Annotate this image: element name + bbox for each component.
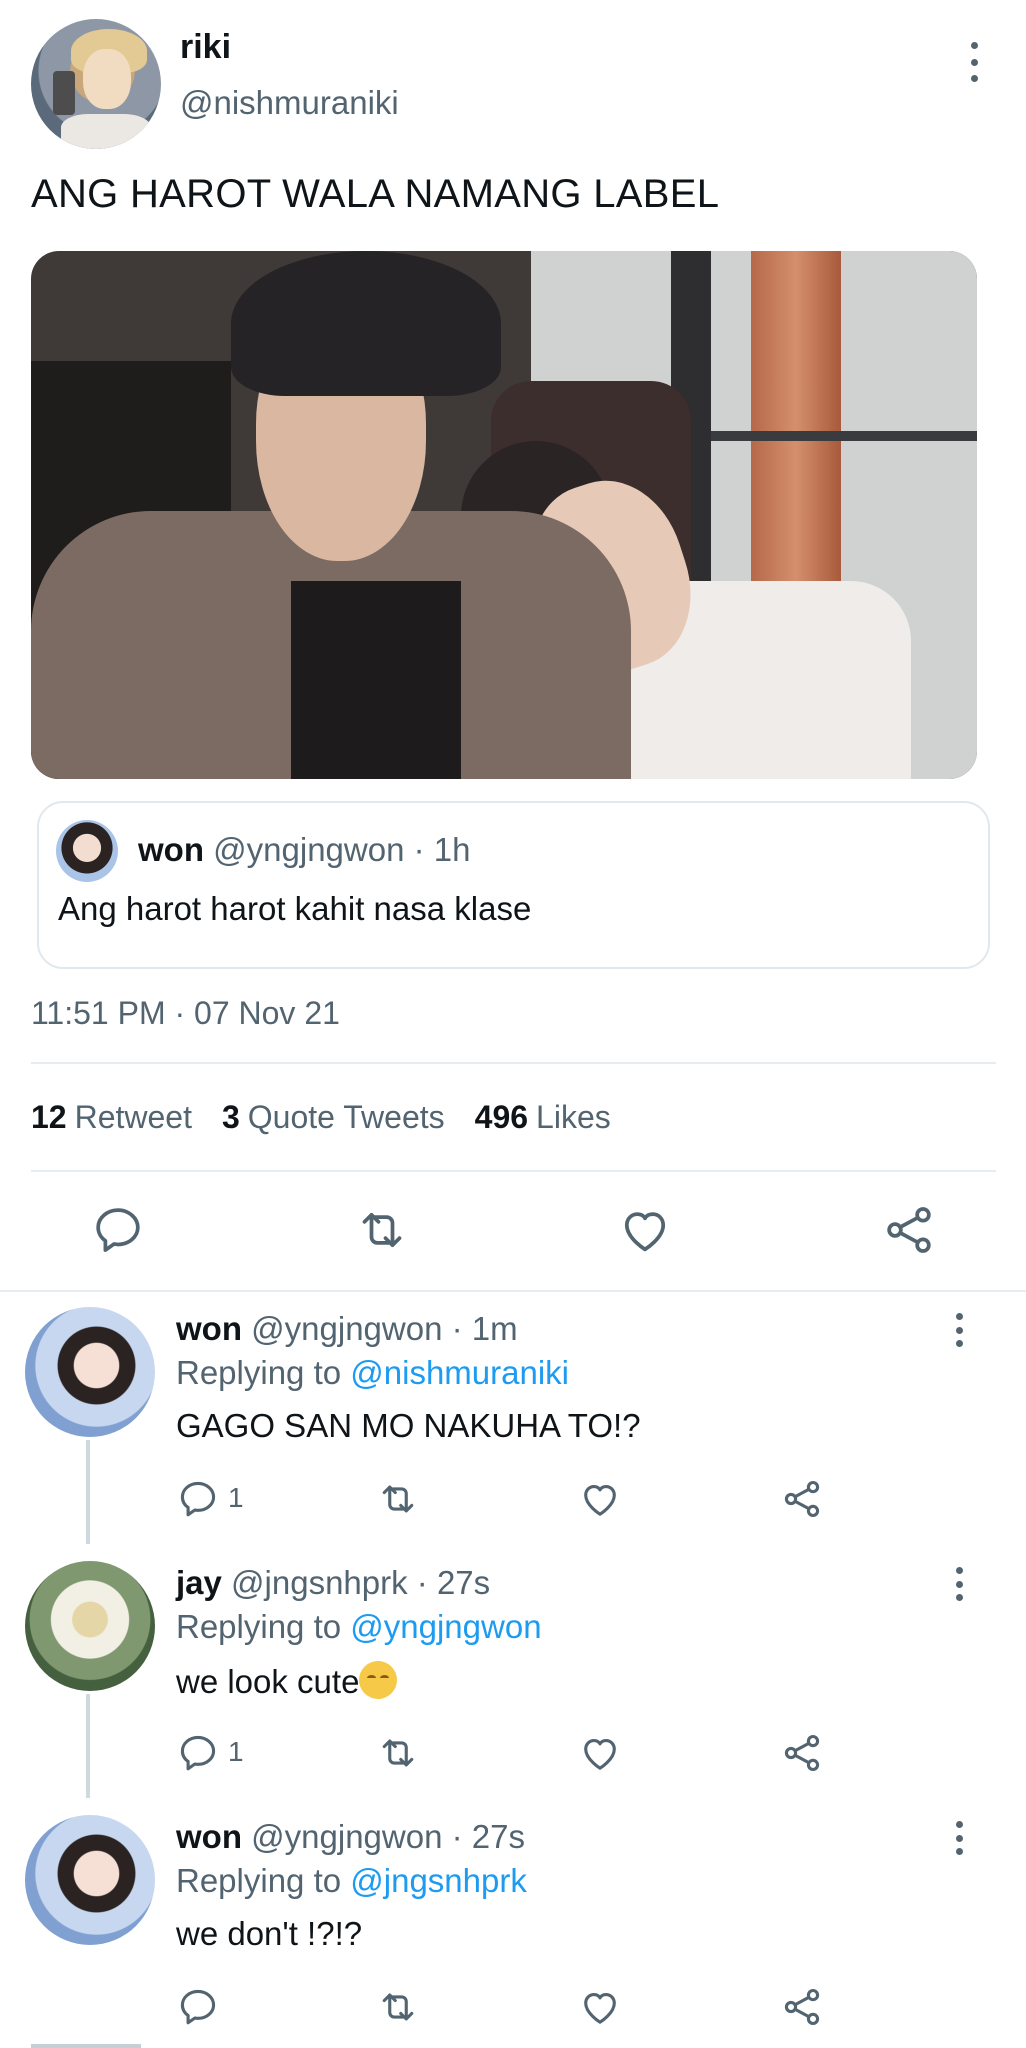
- retweet-button[interactable]: [376, 1731, 420, 1775]
- reply-author-name[interactable]: won: [176, 1818, 242, 1855]
- more-vertical-icon: [944, 1313, 974, 1347]
- reply-text: we don't !?!?: [176, 1915, 363, 1952]
- tweet-photo[interactable]: [31, 251, 977, 779]
- relieved-face-emoji: [359, 1661, 398, 1699]
- reply-button[interactable]: [176, 1477, 220, 1521]
- like-button[interactable]: [578, 1477, 622, 1521]
- reply-author-meta: @jngsnhprk · 27s: [231, 1564, 491, 1601]
- retweet-button[interactable]: [354, 1202, 410, 1258]
- reply-more-button[interactable]: [944, 1821, 974, 1855]
- share-icon: [784, 1988, 820, 2026]
- tweet-stats: 12 Retweet 3 Quote Tweets 496 Likes: [31, 1099, 611, 1136]
- quote-count: 3: [221, 1099, 240, 1135]
- more-vertical-icon: [944, 1821, 974, 1855]
- reply-more-button[interactable]: [944, 1313, 974, 1347]
- reply-button[interactable]: [176, 1985, 220, 2029]
- reply-author-meta: @yngjngwon · 27s: [251, 1818, 525, 1855]
- reply-header: won @yngjngwon · 1m: [176, 1310, 518, 1348]
- quote-stat[interactable]: 3 Quote Tweets: [222, 1099, 445, 1136]
- share-icon: [887, 1207, 931, 1253]
- retweet-stat-label: Retweet: [74, 1099, 192, 1135]
- reply-text-wrap: we look cute: [176, 1661, 398, 1701]
- reply-icon: [180, 1735, 216, 1771]
- next-item-edge: [31, 2044, 141, 2048]
- thread-line: [86, 1694, 90, 1798]
- more-vertical-icon: [955, 42, 993, 82]
- heart-icon: [624, 1212, 666, 1252]
- reply-icon: [180, 1989, 216, 2025]
- replying-to-prefix: Replying to: [176, 1354, 351, 1391]
- reply-more-button[interactable]: [944, 1567, 974, 1601]
- replying-to-mention[interactable]: @nishmuraniki: [350, 1354, 569, 1391]
- retweet-icon: [362, 1212, 402, 1248]
- reply-author-meta: @yngjngwon · 1m: [251, 1310, 518, 1347]
- likes-count: 496: [474, 1099, 529, 1135]
- share-button[interactable]: [780, 1731, 824, 1775]
- retweet-button[interactable]: [376, 1477, 420, 1521]
- reply-button[interactable]: [90, 1202, 146, 1258]
- reply-author-name[interactable]: won: [176, 1310, 242, 1347]
- like-button[interactable]: [578, 1985, 622, 2029]
- like-button[interactable]: [578, 1731, 622, 1775]
- reply-icon: [96, 1208, 140, 1252]
- quoted-author-avatar: [56, 820, 118, 882]
- author-handle[interactable]: @nishmuraniki: [180, 84, 399, 122]
- quoted-author-name: won: [138, 831, 204, 868]
- heart-icon: [584, 1484, 616, 1516]
- likes-stat[interactable]: 496 Likes: [475, 1099, 611, 1136]
- section-divider: [0, 1290, 1026, 1292]
- tweet-more-button[interactable]: [955, 42, 993, 82]
- divider: [31, 1062, 996, 1064]
- author-display-name[interactable]: riki: [180, 28, 231, 67]
- likes-stat-label: Likes: [536, 1099, 611, 1135]
- share-button[interactable]: [881, 1202, 937, 1258]
- quote-stat-label: Quote Tweets: [247, 1099, 445, 1135]
- retweet-icon: [382, 1739, 414, 1767]
- more-vertical-icon: [944, 1567, 974, 1601]
- heart-icon: [584, 1992, 616, 2024]
- thread-line: [86, 1440, 90, 1544]
- quoted-author-meta: @yngjngwon · 1h: [213, 831, 471, 868]
- reply-button[interactable]: [176, 1731, 220, 1775]
- reply-avatar[interactable]: [25, 1561, 155, 1691]
- replying-to: Replying to @yngjngwon: [176, 1608, 542, 1646]
- like-button[interactable]: [617, 1202, 673, 1258]
- share-icon: [784, 1734, 820, 1772]
- quoted-tweet-card[interactable]: [37, 801, 990, 969]
- reply-avatar[interactable]: [25, 1307, 155, 1437]
- replying-to: Replying to @nishmuraniki: [176, 1354, 569, 1392]
- reply-avatar[interactable]: [25, 1815, 155, 1945]
- reply-header: jay @jngsnhprk · 27s: [176, 1564, 490, 1602]
- reply-count: 1: [228, 1736, 244, 1767]
- retweet-count: 12: [31, 1099, 67, 1135]
- author-avatar[interactable]: [31, 19, 161, 149]
- quoted-tweet-text: Ang harot harot kahit nasa klase: [58, 890, 532, 927]
- retweet-icon: [382, 1485, 414, 1513]
- quoted-tweet-header: won @yngjngwon · 1h: [138, 831, 470, 869]
- divider: [31, 1170, 996, 1172]
- retweet-stat[interactable]: 12 Retweet: [31, 1099, 192, 1136]
- replying-to-prefix: Replying to: [176, 1608, 351, 1645]
- retweet-button[interactable]: [376, 1985, 420, 2029]
- share-button[interactable]: [780, 1985, 824, 2029]
- tweet-text: ANG HAROT WALA NAMANG LABEL: [31, 172, 720, 216]
- reply-author-name[interactable]: jay: [176, 1564, 222, 1601]
- retweet-icon: [382, 1993, 414, 2021]
- reply-header: won @yngjngwon · 27s: [176, 1818, 525, 1856]
- reply-icon: [180, 1481, 216, 1517]
- replying-to-prefix: Replying to: [176, 1862, 351, 1899]
- heart-icon: [584, 1738, 616, 1770]
- replying-to-mention[interactable]: @jngsnhprk: [350, 1862, 527, 1899]
- reply-text: we look cute: [176, 1663, 360, 1700]
- reply-count: 1: [228, 1482, 244, 1513]
- share-icon: [784, 1480, 820, 1518]
- replying-to-mention[interactable]: @yngjngwon: [350, 1608, 541, 1645]
- tweet-timestamp: 11:51 PM · 07 Nov 21: [31, 995, 340, 1031]
- reply-text: GAGO SAN MO NAKUHA TO!?: [176, 1407, 641, 1444]
- replying-to: Replying to @jngsnhprk: [176, 1862, 527, 1900]
- share-button[interactable]: [780, 1477, 824, 1521]
